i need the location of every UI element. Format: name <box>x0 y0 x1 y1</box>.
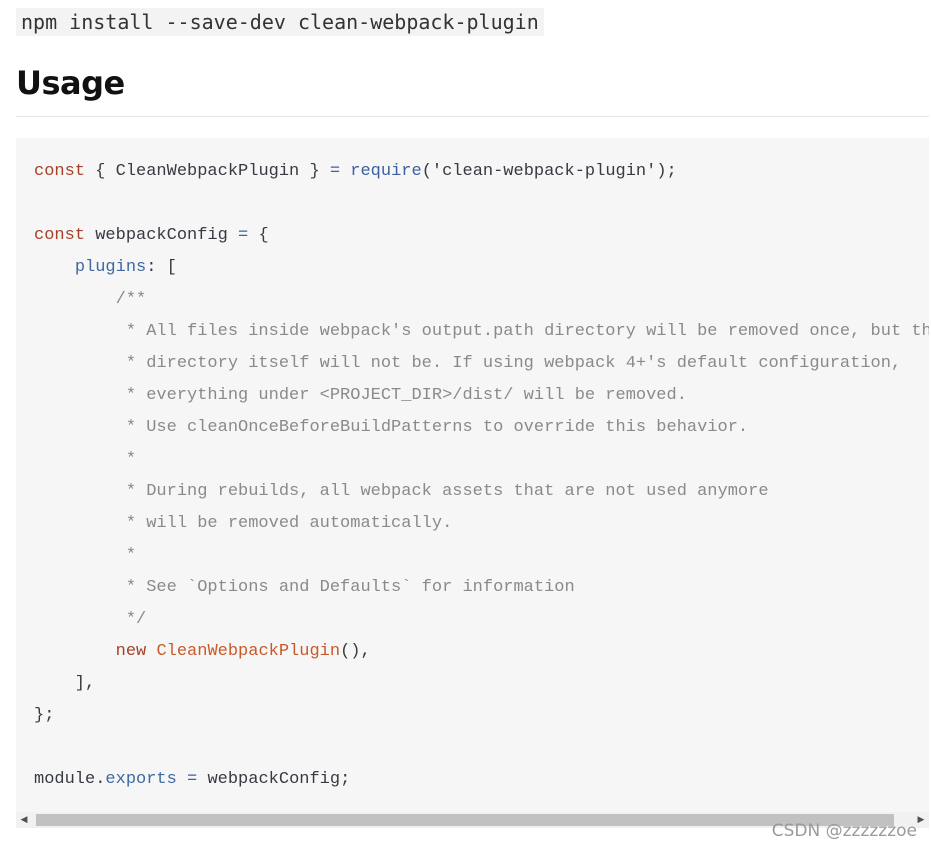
code-line: const webpackConfig = { <box>34 220 929 252</box>
code-token: const <box>34 226 86 245</box>
code-line: */ <box>34 604 929 636</box>
code-token: * See `Options and Defaults` for informa… <box>34 578 575 597</box>
code-token: module. <box>34 770 106 789</box>
code-token: ('clean-webpack-plugin'); <box>421 162 677 181</box>
code-token: plugins <box>74 258 147 277</box>
heading-divider <box>16 116 929 117</box>
code-token: exports <box>105 770 177 789</box>
code-line: * All files inside webpack's output.path… <box>34 316 929 348</box>
code-token: : [ <box>146 258 177 277</box>
code-token: /** <box>34 290 147 309</box>
code-line: ], <box>34 668 929 700</box>
code-token: * Use cleanOnceBeforeBuildPatterns to ov… <box>34 418 749 437</box>
code-token: * <box>34 450 137 469</box>
code-line: plugins: [ <box>34 252 929 284</box>
code-token: * During rebuilds, all webpack assets th… <box>34 482 769 501</box>
code-token: */ <box>34 610 147 629</box>
code-line: new CleanWebpackPlugin(), <box>34 636 929 668</box>
code-line: * Use cleanOnceBeforeBuildPatterns to ov… <box>34 412 929 444</box>
install-command: npm install --save-dev clean-webpack-plu… <box>16 8 544 36</box>
code-line: const { CleanWebpackPlugin } = require('… <box>34 156 929 188</box>
code-line: * <box>34 540 929 572</box>
code-line: * everything under <PROJECT_DIR>/dist/ w… <box>34 380 929 412</box>
code-line: }; <box>34 700 929 732</box>
code-token: const <box>34 162 86 181</box>
code-line: * will be removed automatically. <box>34 508 929 540</box>
code-token: { <box>248 226 269 245</box>
code-token: webpackConfig; <box>197 770 351 789</box>
code-token: * will be removed automatically. <box>34 514 453 533</box>
code-line: * <box>34 444 929 476</box>
code-token: webpackConfig <box>85 226 239 245</box>
code-token: * <box>34 546 137 565</box>
code-line: * During rebuilds, all webpack assets th… <box>34 476 929 508</box>
code-token: { CleanWebpackPlugin } <box>85 162 330 181</box>
code-line: * See `Options and Defaults` for informa… <box>34 572 929 604</box>
code-token: new <box>115 642 147 661</box>
code-token: require <box>350 162 422 181</box>
code-token: * everything under <PROJECT_DIR>/dist/ w… <box>34 386 687 405</box>
scroll-thumb[interactable] <box>36 814 894 826</box>
code-line: * directory itself will not be. If using… <box>34 348 929 380</box>
code-line: /** <box>34 284 929 316</box>
watermark: CSDN @zzzzzzoe <box>771 821 917 841</box>
page: npm install --save-dev clean-webpack-plu… <box>0 0 931 848</box>
code-token: CleanWebpackPlugin <box>156 642 341 661</box>
scroll-left-icon[interactable]: ◀ <box>16 812 32 828</box>
code-token: = <box>187 770 198 789</box>
code-token: }; <box>34 706 55 725</box>
code-token: (), <box>340 642 371 661</box>
code-token: * All files inside webpack's output.path… <box>34 322 929 341</box>
code-line: module.exports = webpackConfig; <box>34 764 929 796</box>
usage-heading: Usage <box>16 64 125 102</box>
code-token: = <box>329 162 341 181</box>
code-token: * directory itself will not be. If using… <box>34 354 902 373</box>
code-content: const { CleanWebpackPlugin } = require('… <box>34 156 929 796</box>
code-block: const { CleanWebpackPlugin } = require('… <box>16 138 929 812</box>
code-token: ], <box>34 674 96 693</box>
code-token: = <box>238 226 249 245</box>
